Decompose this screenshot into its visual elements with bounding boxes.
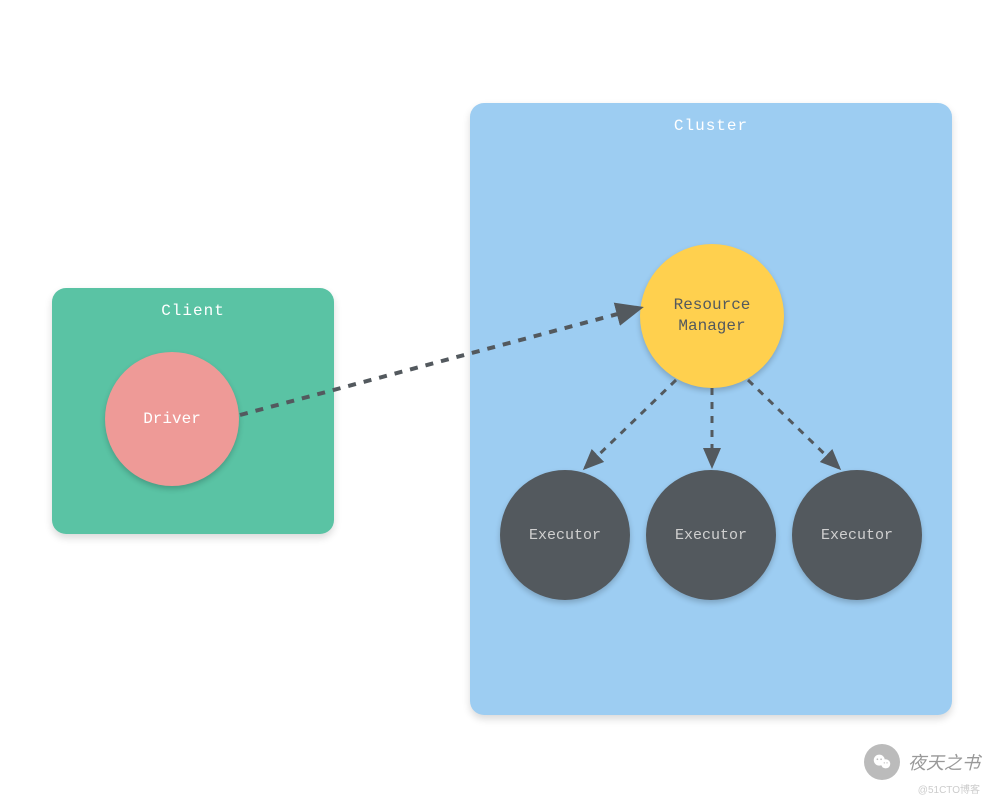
watermark: 夜天之书 bbox=[864, 744, 980, 780]
resource-manager-node: Resource Manager bbox=[640, 244, 784, 388]
executor-node-1: Executor bbox=[500, 470, 630, 600]
executor-label-3: Executor bbox=[821, 527, 893, 544]
driver-label: Driver bbox=[143, 410, 201, 428]
cluster-title: Cluster bbox=[470, 103, 952, 135]
executor-node-3: Executor bbox=[792, 470, 922, 600]
executor-label-2: Executor bbox=[675, 527, 747, 544]
driver-node: Driver bbox=[105, 352, 239, 486]
watermark-sub: @51CTO博客 bbox=[918, 781, 980, 796]
rm-label: Resource Manager bbox=[674, 295, 751, 337]
watermark-text: 夜天之书 bbox=[908, 749, 980, 775]
cluster-panel: Cluster bbox=[470, 103, 952, 715]
wechat-icon bbox=[864, 744, 900, 780]
client-title: Client bbox=[52, 288, 334, 320]
executor-label-1: Executor bbox=[529, 527, 601, 544]
executor-node-2: Executor bbox=[646, 470, 776, 600]
